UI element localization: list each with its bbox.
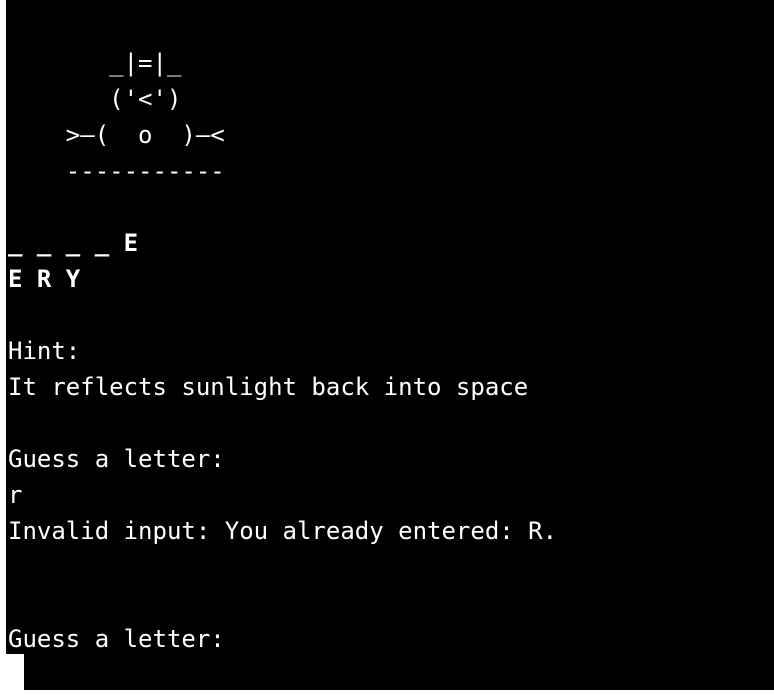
- hangman-art-line-1: _|=|_: [8, 49, 182, 77]
- hint-text: It reflects sunlight back into space: [8, 373, 529, 401]
- terminal-window[interactable]: _|=|_ ('<') >—( o )—< ----------- _ _ _ …: [6, 0, 774, 690]
- user-input-echo: r: [8, 481, 23, 509]
- guessed-letters: E R Y: [8, 265, 81, 293]
- hangman-art-line-3: >—( o )—<: [8, 121, 225, 149]
- guess-prompt-current: Guess a letter:: [8, 625, 225, 653]
- hangman-art-line-4: -----------: [8, 157, 225, 185]
- hint-label: Hint:: [8, 337, 81, 365]
- word-blanks: _ _ _ _ E: [8, 229, 139, 257]
- hangman-art-line-2: ('<'): [8, 85, 182, 113]
- guess-prompt: Guess a letter:: [8, 445, 225, 473]
- input-cursor[interactable]: [6, 654, 24, 690]
- error-message: Invalid input: You already entered: R.: [8, 517, 558, 545]
